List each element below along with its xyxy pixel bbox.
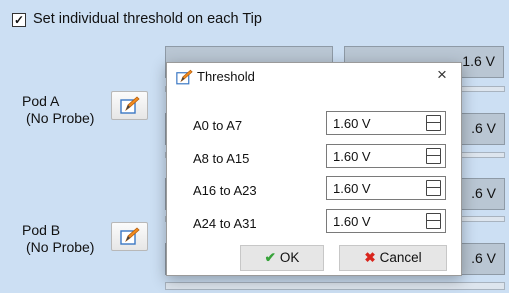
individual-threshold-label: Set individual threshold on each Tip bbox=[33, 11, 262, 27]
threshold-dialog-icon bbox=[176, 69, 193, 85]
spinner-icon[interactable] bbox=[426, 148, 441, 164]
pod-b-name: Pod B bbox=[22, 222, 61, 238]
pod-a-name: Pod A bbox=[22, 93, 60, 109]
dialog-title: Threshold bbox=[197, 69, 255, 84]
edit-threshold-icon bbox=[120, 96, 140, 114]
individual-threshold-checkbox[interactable]: ✓ bbox=[12, 13, 26, 27]
ok-label: OK bbox=[279, 250, 300, 265]
spinner-icon[interactable] bbox=[426, 115, 441, 131]
spinner-icon[interactable] bbox=[426, 180, 441, 196]
threshold-dialog: Threshold × A0 to A7 1.60 V A8 to A15 1.… bbox=[166, 62, 462, 276]
row-label-a24-a31: A24 to A31 bbox=[193, 216, 257, 231]
threshold-input-a24-a31[interactable]: 1.60 V bbox=[326, 209, 446, 233]
spinner-icon[interactable] bbox=[426, 213, 441, 229]
pod-a-edit-button[interactable] bbox=[111, 91, 148, 120]
row-label-a8-a15: A8 to A15 bbox=[193, 151, 250, 166]
pod-b-strip-2 bbox=[165, 282, 505, 290]
pod-b-status: (No Probe) bbox=[26, 239, 95, 255]
cross-icon: ✖ bbox=[364, 250, 376, 265]
threshold-input-a16-a23[interactable]: 1.60 V bbox=[326, 176, 446, 200]
check-icon: ✔ bbox=[264, 250, 276, 265]
pod-a-status: (No Probe) bbox=[26, 110, 95, 126]
cancel-button[interactable]: ✖ Cancel bbox=[339, 245, 447, 271]
threshold-input-a0-a7[interactable]: 1.60 V bbox=[326, 111, 446, 135]
cancel-label: Cancel bbox=[379, 250, 422, 265]
row-label-a16-a23: A16 to A23 bbox=[193, 183, 257, 198]
threshold-input-a8-a15[interactable]: 1.60 V bbox=[326, 144, 446, 168]
ok-button[interactable]: ✔ OK bbox=[240, 245, 324, 271]
close-icon[interactable]: × bbox=[437, 65, 447, 85]
threshold-value: 1.60 V bbox=[333, 181, 371, 196]
threshold-value: 1.60 V bbox=[333, 116, 371, 131]
row-label-a0-a7: A0 to A7 bbox=[193, 118, 243, 133]
pod-b-edit-button[interactable] bbox=[111, 222, 148, 251]
threshold-value: 1.60 V bbox=[333, 214, 371, 229]
threshold-value: 1.60 V bbox=[333, 149, 371, 164]
edit-threshold-icon bbox=[120, 227, 140, 245]
